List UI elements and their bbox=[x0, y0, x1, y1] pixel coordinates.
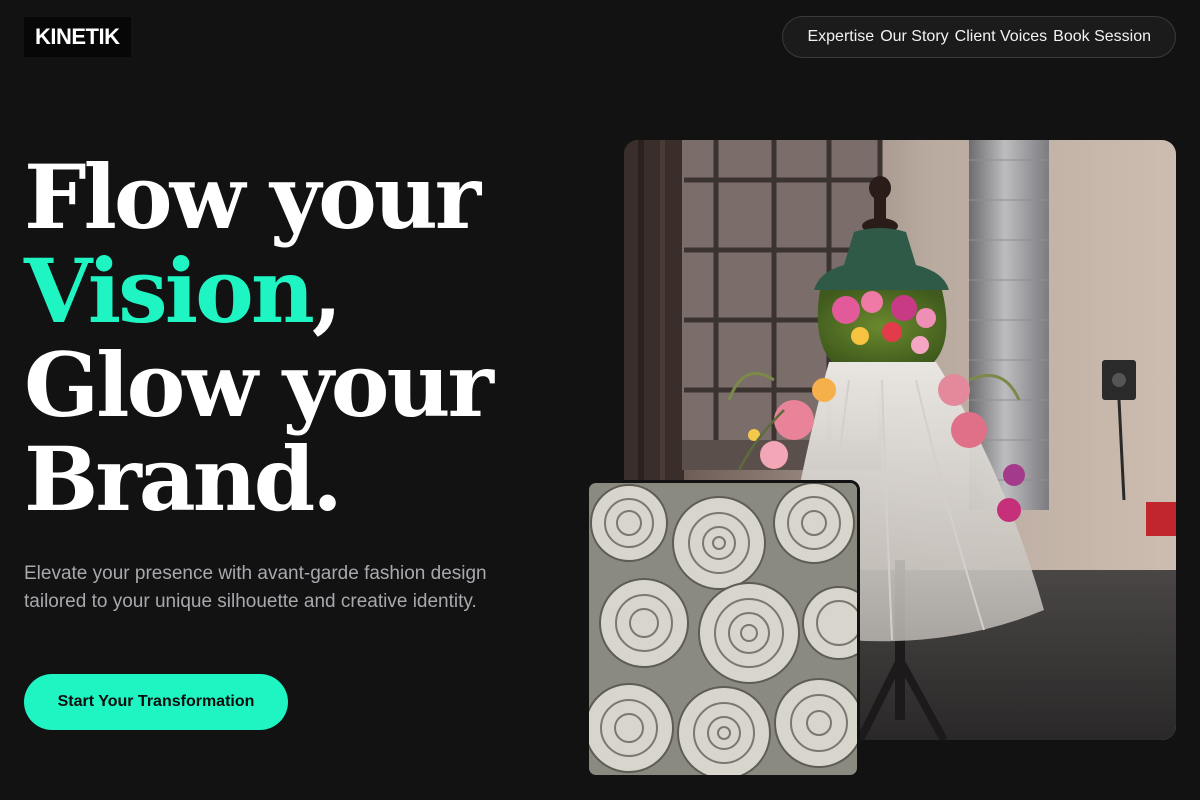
nav-link-our-story[interactable]: Our Story bbox=[880, 28, 948, 46]
headline-line-4: Brand. bbox=[24, 427, 343, 531]
brand-logo[interactable]: KINETIK bbox=[24, 17, 131, 57]
top-navigation: Expertise Our Story Client Voices Book S… bbox=[782, 16, 1176, 58]
headline-line-1: Flow your bbox=[24, 145, 481, 249]
headline-accent-word: Vision bbox=[24, 239, 315, 343]
nav-link-client-voices[interactable]: Client Voices bbox=[955, 28, 1048, 46]
landing-page: KINETIK Expertise Our Story Client Voice… bbox=[0, 0, 1200, 800]
headline-line-3: Glow your bbox=[24, 333, 494, 437]
nav-link-book-session[interactable]: Book Session bbox=[1053, 28, 1151, 46]
rolled-fabric-roses-photo bbox=[586, 480, 860, 778]
hero-headline: Flow your Vision, Glow your Brand. bbox=[24, 145, 494, 531]
nav-link-expertise[interactable]: Expertise bbox=[807, 28, 874, 46]
start-transformation-button[interactable]: Start Your Transformation bbox=[24, 674, 288, 730]
hero-description: Elevate your presence with avant-garde f… bbox=[24, 563, 487, 612]
headline-line-2: Vision, bbox=[24, 244, 491, 338]
headline-comma: , bbox=[311, 239, 343, 343]
